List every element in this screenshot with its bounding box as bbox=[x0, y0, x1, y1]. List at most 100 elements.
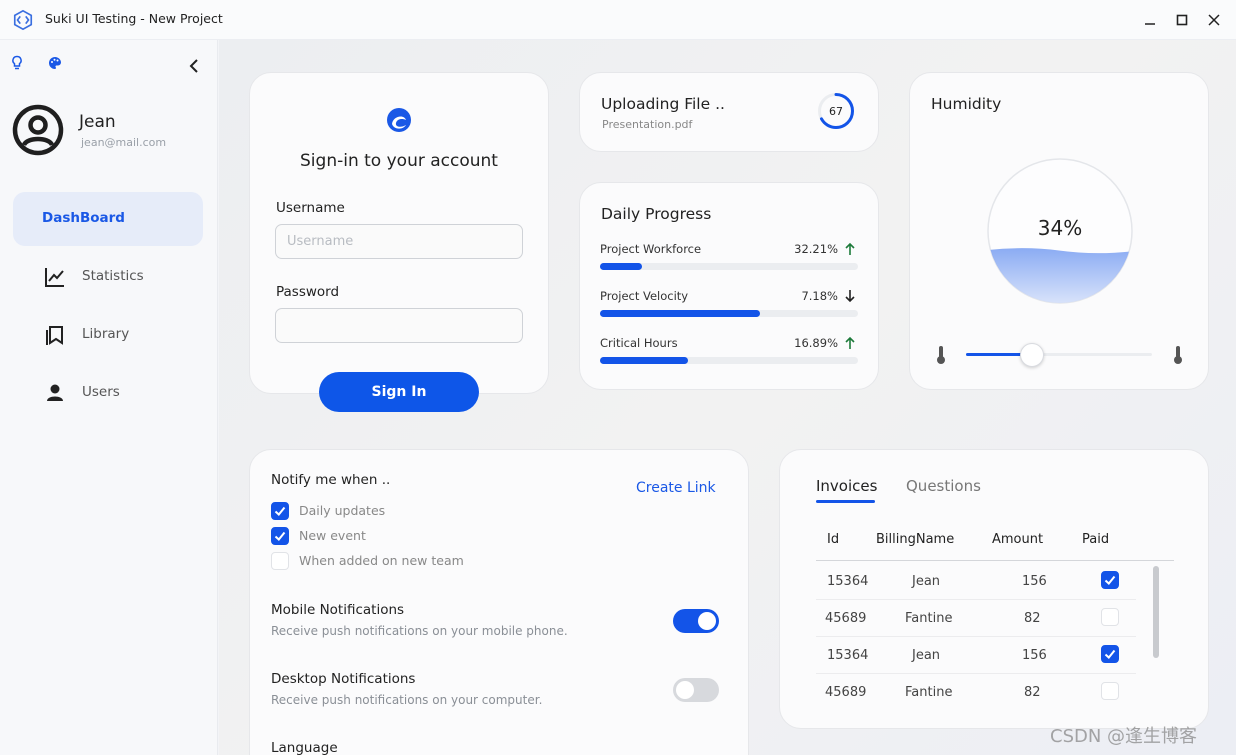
cell-billing-name: Jean bbox=[912, 648, 941, 663]
sidebar-item-label: DashBoard bbox=[42, 210, 125, 226]
upload-card: Uploading File .. Presentation.pdf 67 bbox=[579, 72, 879, 152]
checkbox[interactable] bbox=[271, 502, 289, 520]
password-input[interactable] bbox=[275, 308, 523, 343]
toggle-knob bbox=[698, 612, 716, 630]
maximize-icon[interactable] bbox=[1170, 8, 1194, 32]
paid-checkbox[interactable] bbox=[1101, 608, 1119, 626]
progress-row: Critical Hours 16.89% bbox=[600, 336, 858, 366]
cell-amount: 82 bbox=[1024, 685, 1041, 700]
humidity-card: Humidity 34% bbox=[909, 72, 1209, 390]
palette-icon[interactable] bbox=[46, 54, 64, 72]
column-header-id[interactable]: Id bbox=[827, 532, 839, 547]
desktop-notifications-toggle[interactable] bbox=[673, 678, 719, 702]
arrow-up-icon bbox=[845, 336, 855, 349]
tab-underline bbox=[816, 500, 875, 503]
minimize-icon[interactable] bbox=[1138, 8, 1162, 32]
thermometer-low-icon bbox=[937, 346, 945, 364]
user-email: jean@mail.com bbox=[81, 136, 167, 149]
user-circle-icon bbox=[12, 104, 64, 156]
username-input[interactable] bbox=[275, 224, 523, 259]
paid-checkbox[interactable] bbox=[1101, 571, 1119, 589]
progress-row: Project Velocity 7.18% bbox=[600, 289, 858, 319]
cell-billing-name: Jean bbox=[912, 574, 941, 589]
column-header-amount[interactable]: Amount bbox=[992, 532, 1043, 547]
mobile-notifications-toggle[interactable] bbox=[673, 609, 719, 633]
signin-card: Sign-in to your account Username Passwor… bbox=[249, 72, 549, 394]
progress-track bbox=[600, 263, 858, 270]
main-content: Sign-in to your account Username Passwor… bbox=[219, 40, 1236, 755]
humidity-slider[interactable] bbox=[966, 343, 1152, 367]
slider-thumb[interactable] bbox=[1020, 343, 1045, 367]
progress-row: Project Workforce 32.21% bbox=[600, 242, 858, 272]
close-icon[interactable] bbox=[1202, 8, 1226, 32]
table-row[interactable]: 45689 Fantine 82 bbox=[816, 674, 1136, 711]
column-header-billing-name[interactable]: BillingName bbox=[876, 532, 954, 547]
create-link[interactable]: Create Link bbox=[636, 480, 716, 496]
signin-button[interactable]: Sign In bbox=[319, 372, 479, 412]
user-icon bbox=[47, 384, 63, 401]
header-divider bbox=[816, 560, 1174, 561]
cell-billing-name: Fantine bbox=[905, 685, 953, 700]
mobile-notifications-desc: Receive push notifications on your mobil… bbox=[271, 624, 568, 638]
column-header-paid[interactable]: Paid bbox=[1082, 532, 1109, 547]
checkbox[interactable] bbox=[271, 552, 289, 570]
table-scrollbar[interactable] bbox=[1153, 566, 1159, 658]
notifications-card: Notify me when .. Create Link Daily upda… bbox=[249, 449, 749, 755]
progress-label: Project Workforce bbox=[600, 242, 702, 256]
upload-filename: Presentation.pdf bbox=[602, 118, 693, 131]
paid-checkbox[interactable] bbox=[1101, 682, 1119, 700]
cell-id: 45689 bbox=[825, 685, 867, 700]
toggle-knob bbox=[676, 681, 694, 699]
progress-value: 32.21% bbox=[794, 242, 838, 256]
app-brand-icon bbox=[387, 108, 411, 132]
thermometer-high-icon bbox=[1174, 346, 1182, 364]
progress-track bbox=[600, 357, 858, 364]
arrow-down-icon bbox=[845, 290, 855, 303]
lightbulb-icon[interactable] bbox=[9, 54, 25, 72]
password-label: Password bbox=[276, 284, 340, 300]
username-label: Username bbox=[276, 200, 345, 216]
sidebar-item-library[interactable]: Library bbox=[13, 308, 203, 362]
table-row[interactable]: 45689 Fantine 82 bbox=[816, 600, 1136, 637]
tab-invoices[interactable]: Invoices bbox=[816, 477, 877, 495]
upload-progress-label: 67 bbox=[829, 105, 843, 118]
signin-title: Sign-in to your account bbox=[300, 151, 498, 171]
checkbox-label: New event bbox=[299, 528, 366, 543]
app-logo-icon bbox=[13, 9, 33, 31]
sidebar-item-users[interactable]: Users bbox=[13, 366, 203, 420]
cell-id: 15364 bbox=[827, 574, 869, 589]
watermark: CSDN @逢生博客 bbox=[1050, 726, 1198, 747]
window-title: Suki UI Testing - New Project bbox=[45, 11, 223, 26]
upload-title: Uploading File .. bbox=[601, 95, 725, 113]
cell-amount: 156 bbox=[1022, 574, 1047, 589]
table-row[interactable]: 15364 Jean 156 bbox=[816, 637, 1136, 674]
notify-title: Notify me when .. bbox=[271, 472, 391, 488]
sidebar-item-dashboard[interactable]: DashBoard bbox=[13, 192, 203, 246]
progress-track bbox=[600, 310, 858, 317]
title-bar: Suki UI Testing - New Project bbox=[0, 0, 1236, 40]
progress-value: 7.18% bbox=[801, 289, 838, 303]
sidebar-item-label: Library bbox=[82, 326, 130, 342]
progress-fill bbox=[600, 310, 760, 317]
sidebar-item-statistics[interactable]: Statistics bbox=[13, 250, 203, 304]
book-icon bbox=[46, 326, 63, 345]
cell-amount: 82 bbox=[1024, 611, 1041, 626]
paid-checkbox[interactable] bbox=[1101, 645, 1119, 663]
language-label: Language bbox=[271, 740, 338, 755]
humidity-title: Humidity bbox=[931, 95, 1002, 113]
arrow-up-icon bbox=[845, 242, 855, 255]
checkbox[interactable] bbox=[271, 527, 289, 545]
checkbox-label: When added on new team bbox=[299, 553, 464, 568]
tab-questions[interactable]: Questions bbox=[906, 477, 981, 495]
sidebar-item-label: Users bbox=[82, 384, 120, 400]
line-chart-icon bbox=[45, 268, 64, 287]
invoices-card: Invoices Questions Id BillingName Amount… bbox=[779, 449, 1209, 729]
progress-label: Critical Hours bbox=[600, 336, 678, 350]
cell-id: 15364 bbox=[827, 648, 869, 663]
sidebar-item-label: Statistics bbox=[82, 268, 144, 284]
chevron-left-icon[interactable] bbox=[184, 56, 204, 76]
desktop-notifications-desc: Receive push notifications on your compu… bbox=[271, 693, 543, 707]
cell-billing-name: Fantine bbox=[905, 611, 953, 626]
table-row[interactable]: 15364 Jean 156 bbox=[816, 563, 1136, 600]
cell-id: 45689 bbox=[825, 611, 867, 626]
